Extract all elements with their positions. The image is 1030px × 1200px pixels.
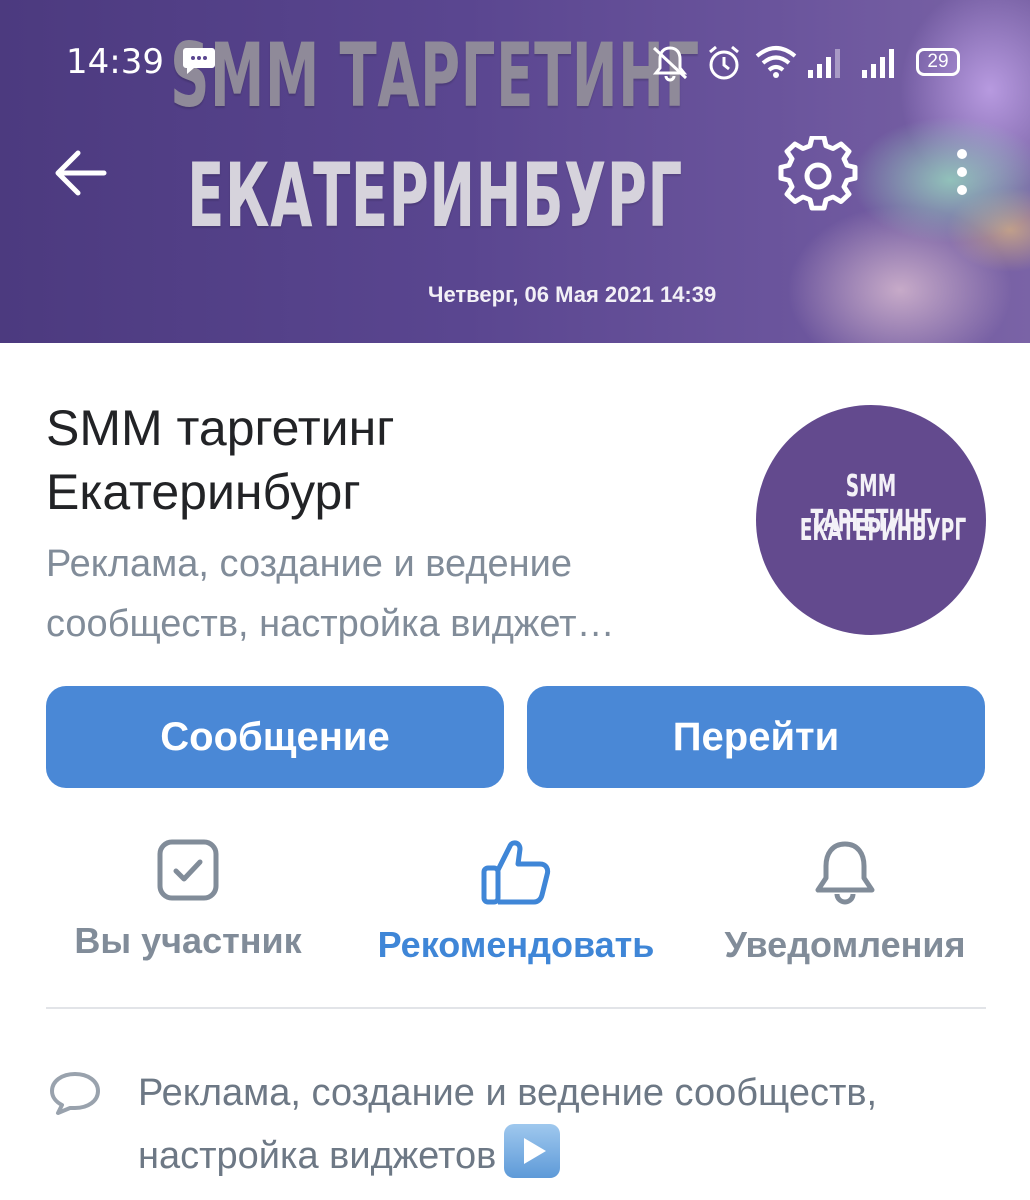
avatar-text-line2: ЕКАТЕРИНБУРГ: [799, 513, 967, 548]
recommend-label: Рекомендовать: [377, 924, 655, 965]
more-vertical-icon: [957, 149, 967, 195]
message-button[interactable]: Сообщение: [46, 686, 504, 788]
cover-date: Четверг, 06 Мая 2021 14:39: [428, 282, 717, 307]
mute-icon: [652, 46, 688, 82]
message-notification-icon: [183, 48, 215, 74]
battery-icon: 29: [916, 48, 960, 76]
alarm-icon: [709, 45, 739, 80]
play-button-icon: [504, 1124, 561, 1178]
notifications-action[interactable]: Уведомления: [712, 838, 978, 966]
group-name: SMM таргетинг Екатеринбург: [46, 400, 395, 520]
group-description: Реклама, создание и ведение сообществ, н…: [138, 1062, 1008, 1187]
speech-bubble-icon: [50, 1072, 100, 1115]
signal-icon: [808, 49, 840, 78]
cover-title-line2: ЕКАТЕРИНБУРГ: [187, 144, 683, 247]
settings-button[interactable]: [778, 136, 858, 216]
bell-icon: [815, 841, 875, 905]
go-button[interactable]: Перейти: [527, 686, 985, 788]
member-label: Вы участник: [74, 920, 302, 961]
gear-icon: [778, 136, 858, 211]
arrow-left-icon: [55, 150, 107, 196]
status-time: 14:39: [66, 42, 164, 82]
thumbs-up-icon: [481, 840, 551, 905]
checkbox-checked-icon: [157, 839, 219, 901]
group-avatar[interactable]: SMM ТАРГЕТИНГ ЕКАТЕРИНБУРГ: [756, 405, 986, 635]
recommend-action[interactable]: Рекомендовать: [362, 838, 670, 966]
cover-title-line1: SMM ТАРГЕТИНГ: [170, 24, 700, 127]
signal-icon: [862, 49, 894, 78]
more-options-button[interactable]: [938, 140, 986, 208]
notifications-label: Уведомления: [724, 924, 966, 965]
battery-level: 29: [927, 51, 949, 72]
member-action[interactable]: Вы участник: [60, 838, 316, 962]
wifi-icon: [755, 46, 797, 78]
divider: [46, 1007, 986, 1009]
group-short-description[interactable]: Реклама, создание и ведение сообществ, н…: [46, 534, 736, 654]
back-button[interactable]: [44, 138, 116, 210]
